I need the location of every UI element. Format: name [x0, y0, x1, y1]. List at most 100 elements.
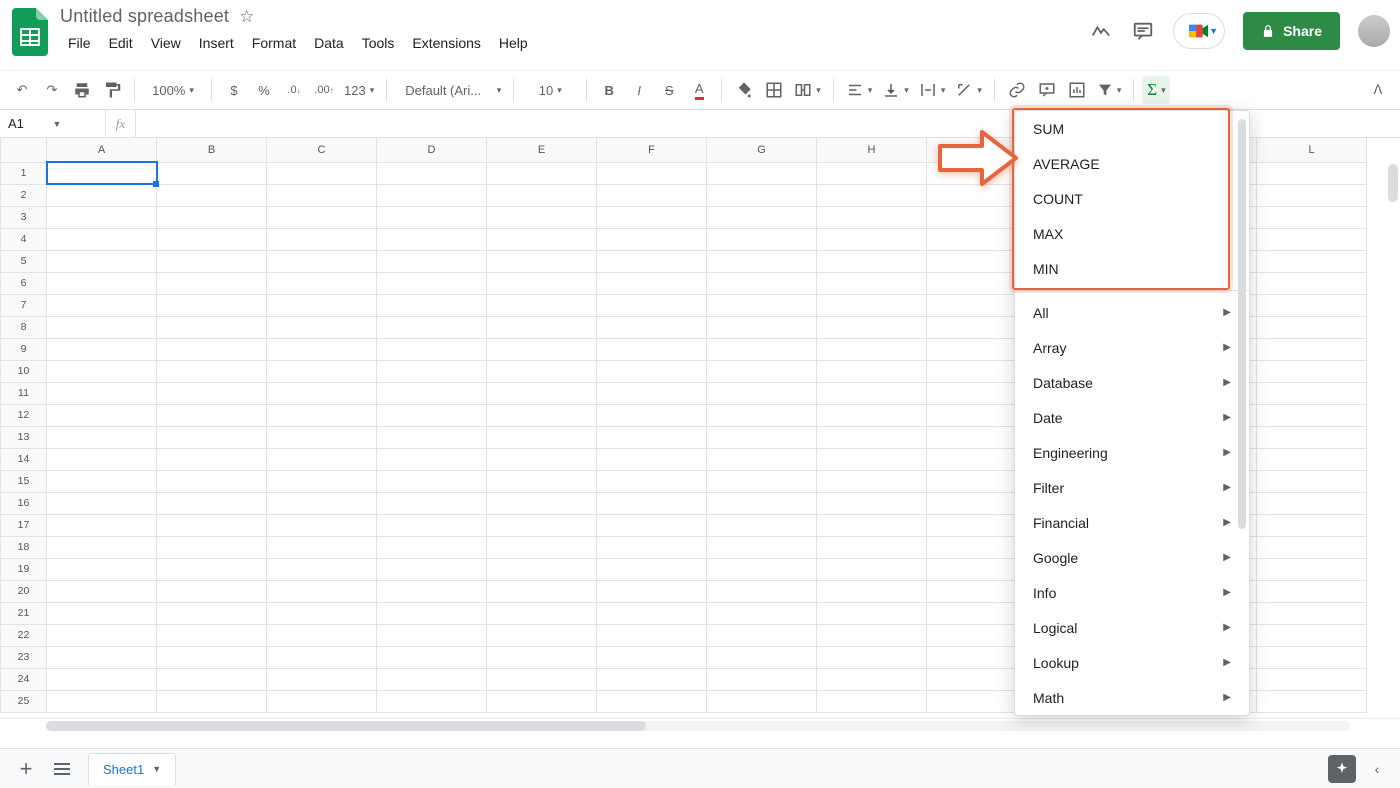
comments-icon[interactable] [1131, 19, 1155, 43]
cell[interactable] [157, 382, 267, 404]
cell[interactable] [817, 360, 927, 382]
cell[interactable] [47, 360, 157, 382]
row-header[interactable]: 4 [1, 228, 47, 250]
cell[interactable] [377, 250, 487, 272]
row-header[interactable]: 21 [1, 602, 47, 624]
cell[interactable] [157, 646, 267, 668]
menu-format[interactable]: Format [244, 31, 304, 55]
cell[interactable] [377, 294, 487, 316]
cell[interactable] [707, 668, 817, 690]
sheet-tab[interactable]: Sheet1▼ [88, 753, 176, 785]
cell[interactable] [267, 646, 377, 668]
cell[interactable] [707, 360, 817, 382]
cell[interactable] [597, 294, 707, 316]
fn-item-max[interactable]: MAX [1015, 216, 1249, 251]
fn-item-min[interactable]: MIN [1015, 251, 1249, 286]
cell[interactable] [157, 426, 267, 448]
cell[interactable] [487, 206, 597, 228]
cell[interactable] [487, 338, 597, 360]
cell[interactable] [597, 360, 707, 382]
column-header[interactable]: D [377, 138, 487, 162]
cell[interactable] [1257, 646, 1367, 668]
column-header[interactable]: F [597, 138, 707, 162]
cell[interactable] [817, 536, 927, 558]
cell[interactable] [157, 492, 267, 514]
cell[interactable] [1257, 360, 1367, 382]
cell[interactable] [267, 624, 377, 646]
cell[interactable] [1257, 602, 1367, 624]
fn-item-sum[interactable]: SUM [1015, 111, 1249, 146]
cell[interactable] [707, 558, 817, 580]
cell[interactable] [817, 272, 927, 294]
cell[interactable] [267, 602, 377, 624]
meet-button[interactable]: ▼ [1173, 13, 1225, 49]
row-header[interactable]: 25 [1, 690, 47, 712]
row-header[interactable]: 18 [1, 536, 47, 558]
cell[interactable] [157, 338, 267, 360]
text-color-button[interactable]: A [685, 76, 713, 104]
cell[interactable] [597, 470, 707, 492]
cell[interactable] [707, 294, 817, 316]
cell[interactable] [707, 162, 817, 184]
cell[interactable] [597, 602, 707, 624]
menu-scrollbar[interactable] [1238, 119, 1246, 529]
row-header[interactable]: 2 [1, 184, 47, 206]
cell[interactable] [267, 250, 377, 272]
cell[interactable] [597, 668, 707, 690]
cell[interactable] [597, 426, 707, 448]
cell[interactable] [817, 316, 927, 338]
cell[interactable] [487, 470, 597, 492]
cell[interactable] [377, 624, 487, 646]
cell[interactable] [487, 580, 597, 602]
cell[interactable] [1257, 470, 1367, 492]
cell[interactable] [707, 206, 817, 228]
cell[interactable] [487, 294, 597, 316]
cell[interactable] [1257, 294, 1367, 316]
cell[interactable] [377, 602, 487, 624]
cell[interactable] [267, 580, 377, 602]
cell[interactable] [817, 338, 927, 360]
cell[interactable] [157, 250, 267, 272]
cell[interactable] [157, 624, 267, 646]
cell[interactable] [267, 690, 377, 712]
cell[interactable] [157, 294, 267, 316]
more-formats-button[interactable]: 123 [340, 76, 378, 104]
bold-button[interactable]: B [595, 76, 623, 104]
cell[interactable] [707, 470, 817, 492]
cell[interactable] [157, 404, 267, 426]
cell[interactable] [707, 602, 817, 624]
cell[interactable] [817, 162, 927, 184]
fn-item-average[interactable]: AVERAGE [1015, 146, 1249, 181]
redo-button[interactable]: ↷ [38, 76, 66, 104]
cell[interactable] [817, 492, 927, 514]
cell[interactable] [817, 668, 927, 690]
fn-item-count[interactable]: COUNT [1015, 181, 1249, 216]
cell[interactable] [707, 492, 817, 514]
cell[interactable] [597, 206, 707, 228]
cell[interactable] [597, 316, 707, 338]
cell[interactable] [377, 206, 487, 228]
fn-category-array[interactable]: Array▶ [1015, 330, 1249, 365]
strikethrough-button[interactable]: S [655, 76, 683, 104]
menu-data[interactable]: Data [306, 31, 352, 55]
cell[interactable] [377, 184, 487, 206]
column-header[interactable]: B [157, 138, 267, 162]
font-family-select[interactable]: Default (Ari... [395, 76, 505, 104]
cell[interactable] [47, 514, 157, 536]
cell[interactable] [377, 668, 487, 690]
decrease-decimal-button[interactable]: .0↓ [280, 76, 308, 104]
cell[interactable] [487, 162, 597, 184]
cell[interactable] [377, 404, 487, 426]
row-header[interactable]: 8 [1, 316, 47, 338]
activity-icon[interactable] [1089, 19, 1113, 43]
insert-comment-button[interactable] [1033, 76, 1061, 104]
fn-category-engineering[interactable]: Engineering▶ [1015, 435, 1249, 470]
cell[interactable] [707, 624, 817, 646]
undo-button[interactable]: ↶ [8, 76, 36, 104]
cell[interactable] [707, 184, 817, 206]
cell[interactable] [1257, 558, 1367, 580]
cell[interactable] [377, 360, 487, 382]
fill-color-button[interactable] [730, 76, 758, 104]
cell[interactable] [267, 338, 377, 360]
row-header[interactable]: 20 [1, 580, 47, 602]
